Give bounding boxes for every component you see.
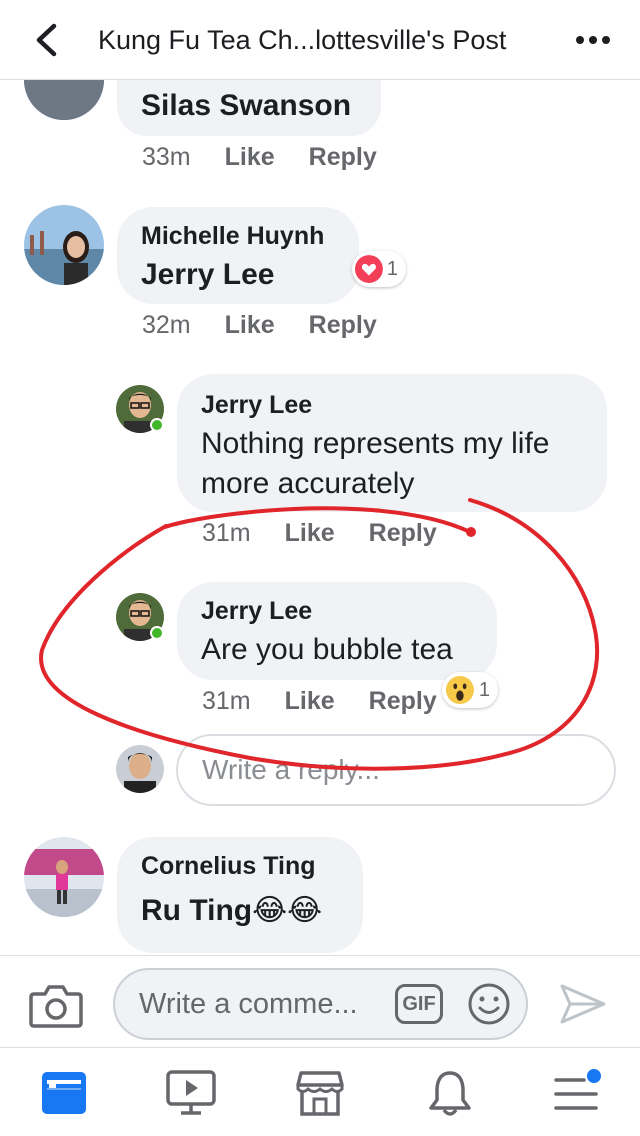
wow-icon bbox=[445, 675, 474, 705]
comment-bubble[interactable]: Jerry Lee Are you bubble tea bbox=[177, 582, 497, 680]
comment-bubble[interactable]: Silas Swanson bbox=[117, 80, 381, 136]
marketplace-icon bbox=[296, 1071, 344, 1116]
gif-button[interactable]: GIF bbox=[395, 984, 443, 1024]
watch-video-icon bbox=[166, 1070, 216, 1115]
bell-icon bbox=[429, 1071, 471, 1116]
comment-bubble[interactable]: Jerry Lee Nothing represents my life mor… bbox=[177, 374, 607, 512]
comment-actions: 33m Like Reply bbox=[142, 142, 377, 172]
comment-composer: Write a comme... GIF bbox=[0, 955, 640, 1047]
more-options-button[interactable] bbox=[568, 22, 618, 58]
like-button[interactable]: Like bbox=[285, 518, 335, 548]
comment-text: Nothing represents my life more accurate… bbox=[201, 427, 550, 500]
avatar[interactable] bbox=[24, 205, 104, 285]
tab-news-feed[interactable] bbox=[34, 1066, 94, 1120]
more-horizontal-icon bbox=[576, 36, 610, 44]
like-button[interactable]: Like bbox=[285, 686, 335, 716]
menu-icon bbox=[554, 1069, 601, 1110]
bottom-tab-bar bbox=[0, 1047, 640, 1136]
camera-icon bbox=[29, 985, 83, 1028]
top-bar: Kung Fu Tea Ch...lottesville's Post bbox=[0, 0, 640, 80]
comment-actions: 31m Like Reply bbox=[202, 686, 437, 716]
reaction-count: 1 bbox=[478, 678, 490, 701]
comment-text: Jerry Lee bbox=[141, 258, 275, 291]
avatar[interactable] bbox=[24, 80, 104, 120]
comment-actions: 32m Like Reply bbox=[142, 310, 377, 340]
comment-text: Ru Ting😂😂 bbox=[141, 894, 323, 927]
like-button[interactable]: Like bbox=[225, 310, 275, 340]
comment-actions: 31m Like Reply bbox=[202, 518, 437, 548]
notification-badge bbox=[587, 1069, 601, 1083]
reply-button[interactable]: Reply bbox=[369, 518, 437, 548]
comment-author[interactable]: Jerry Lee bbox=[201, 596, 473, 626]
comment-author[interactable]: Jerry Lee bbox=[201, 390, 583, 420]
comment-placeholder: Write a comme... bbox=[139, 988, 358, 1020]
reaction-summary[interactable]: 1 bbox=[352, 251, 406, 287]
camera-button[interactable] bbox=[28, 980, 84, 1030]
emoji-button[interactable] bbox=[467, 982, 511, 1026]
reply-button[interactable]: Reply bbox=[369, 686, 437, 716]
tab-notifications[interactable] bbox=[420, 1066, 480, 1120]
comment-time: 32m bbox=[142, 311, 191, 339]
online-status-dot bbox=[150, 626, 164, 640]
comment-time: 33m bbox=[142, 143, 191, 171]
comment-bubble[interactable]: Cornelius Ting Ru Ting😂😂 bbox=[117, 837, 363, 953]
reaction-count: 1 bbox=[386, 257, 398, 280]
reaction-summary[interactable]: 1 bbox=[442, 672, 498, 708]
back-button[interactable] bbox=[26, 20, 66, 60]
comment-author[interactable]: Michelle Huynh bbox=[141, 221, 335, 251]
news-feed-icon bbox=[42, 1072, 86, 1114]
chevron-left-icon bbox=[36, 23, 57, 57]
reply-input[interactable]: Write a reply... bbox=[176, 734, 616, 806]
heart-icon bbox=[355, 255, 383, 283]
gif-label: GIF bbox=[402, 992, 436, 1015]
smiley-icon bbox=[468, 983, 510, 1025]
tab-watch[interactable] bbox=[161, 1066, 221, 1120]
comments-list: Silas Swanson 33m Like Reply Michelle Hu… bbox=[0, 80, 640, 955]
comment-time: 31m bbox=[202, 687, 251, 715]
tab-menu[interactable] bbox=[546, 1066, 606, 1120]
comment-text: Are you bubble tea bbox=[201, 633, 453, 666]
comment-time: 31m bbox=[202, 519, 251, 547]
page-title: Kung Fu Tea Ch...lottesville's Post bbox=[98, 25, 507, 55]
comment-bubble[interactable]: Michelle Huynh Jerry Lee bbox=[117, 207, 359, 304]
reply-placeholder: Write a reply... bbox=[202, 754, 380, 785]
online-status-dot bbox=[150, 418, 164, 432]
comment-text: Silas Swanson bbox=[141, 89, 352, 122]
avatar[interactable] bbox=[24, 837, 104, 917]
comment-input[interactable]: Write a comme... GIF bbox=[113, 968, 528, 1040]
comment-author[interactable]: Cornelius Ting bbox=[141, 851, 339, 881]
send-button[interactable] bbox=[558, 982, 608, 1026]
like-button[interactable]: Like bbox=[225, 142, 275, 172]
current-user-avatar bbox=[116, 745, 164, 793]
tab-marketplace[interactable] bbox=[290, 1066, 350, 1120]
send-icon bbox=[560, 984, 606, 1024]
reply-button[interactable]: Reply bbox=[309, 142, 377, 172]
reply-button[interactable]: Reply bbox=[309, 310, 377, 340]
